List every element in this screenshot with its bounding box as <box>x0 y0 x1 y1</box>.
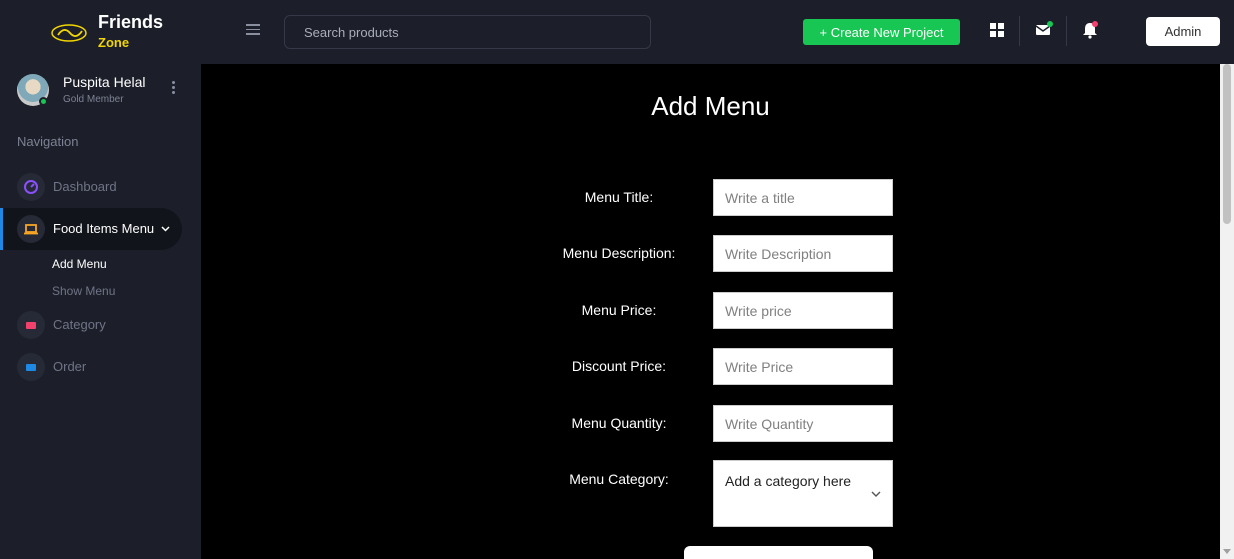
nav-heading: Navigation <box>17 134 79 149</box>
menu-category-label: Menu Category: <box>569 471 669 487</box>
header-divider <box>1066 16 1067 46</box>
scroll-down-arrow-icon[interactable] <box>1223 549 1231 554</box>
user-name: Puspita Helal <box>63 74 146 90</box>
menu-quantity-label: Menu Quantity: <box>571 415 667 431</box>
menu-description-label: Menu Description: <box>562 245 676 261</box>
main-content: Add Menu Menu Title: Menu Description: M… <box>201 64 1220 559</box>
page-title: Add Menu <box>651 91 770 121</box>
sidebar-item-label: Category <box>53 317 106 332</box>
discount-price-label: Discount Price: <box>571 358 667 374</box>
logo-icon <box>51 24 87 42</box>
admin-button[interactable]: Admin <box>1146 17 1220 46</box>
menu-category-value: Add a category here <box>725 473 852 489</box>
sidebar-subitem-show-menu[interactable]: Show Menu <box>52 284 115 298</box>
sidebar-item-label: Food Items Menu <box>53 221 155 236</box>
menu-toggle-icon[interactable] <box>246 24 260 38</box>
sidebar-item-order[interactable]: Order <box>0 346 182 388</box>
sidebar-item-food-items-menu[interactable]: Food Items Menu <box>0 208 182 250</box>
chevron-down-icon <box>161 226 170 232</box>
user-role: Gold Member <box>63 94 124 105</box>
top-bar: Friends Zone + Create New Project Admin <box>0 0 1234 64</box>
bell-icon[interactable] <box>1080 20 1100 40</box>
sidebar-item-label: Dashboard <box>53 179 117 194</box>
brand-name: Friends <box>98 12 164 32</box>
chevron-down-icon <box>871 491 881 497</box>
menu-price-input[interactable] <box>713 292 893 329</box>
card-icon <box>17 311 45 339</box>
menu-description-input[interactable] <box>713 235 893 272</box>
header-divider <box>1019 16 1020 46</box>
sidebar-item-category[interactable]: Category <box>0 304 182 346</box>
create-new-project-button[interactable]: + Create New Project <box>803 19 960 45</box>
menu-price-label: Menu Price: <box>581 302 657 318</box>
mail-icon[interactable] <box>1034 20 1054 40</box>
search-input[interactable] <box>284 15 651 49</box>
sidebar-item-label: Order <box>53 359 87 374</box>
discount-price-input[interactable] <box>713 348 893 385</box>
sidebar: Puspita Helal Gold Member Navigation Das… <box>0 64 201 559</box>
brand-subname: Zone <box>98 35 130 50</box>
scrollbar-thumb[interactable] <box>1223 64 1231 224</box>
sidebar-subitem-add-menu[interactable]: Add Menu <box>52 257 107 271</box>
page-scrollbar[interactable] <box>1220 64 1234 559</box>
menu-title-label: Menu Title: <box>584 189 654 205</box>
card-icon <box>17 353 45 381</box>
sidebar-item-dashboard[interactable]: Dashboard <box>0 166 182 208</box>
more-options-icon[interactable] <box>172 81 176 95</box>
menu-title-input[interactable] <box>713 179 893 216</box>
submit-button[interactable] <box>684 546 873 559</box>
laptop-icon <box>17 215 45 243</box>
online-status-dot <box>39 97 48 106</box>
menu-category-select[interactable]: Add a category here <box>713 460 893 527</box>
dashboard-icon <box>17 173 45 201</box>
active-indicator <box>0 208 3 250</box>
grid-icon[interactable] <box>987 20 1007 40</box>
menu-quantity-input[interactable] <box>713 405 893 442</box>
